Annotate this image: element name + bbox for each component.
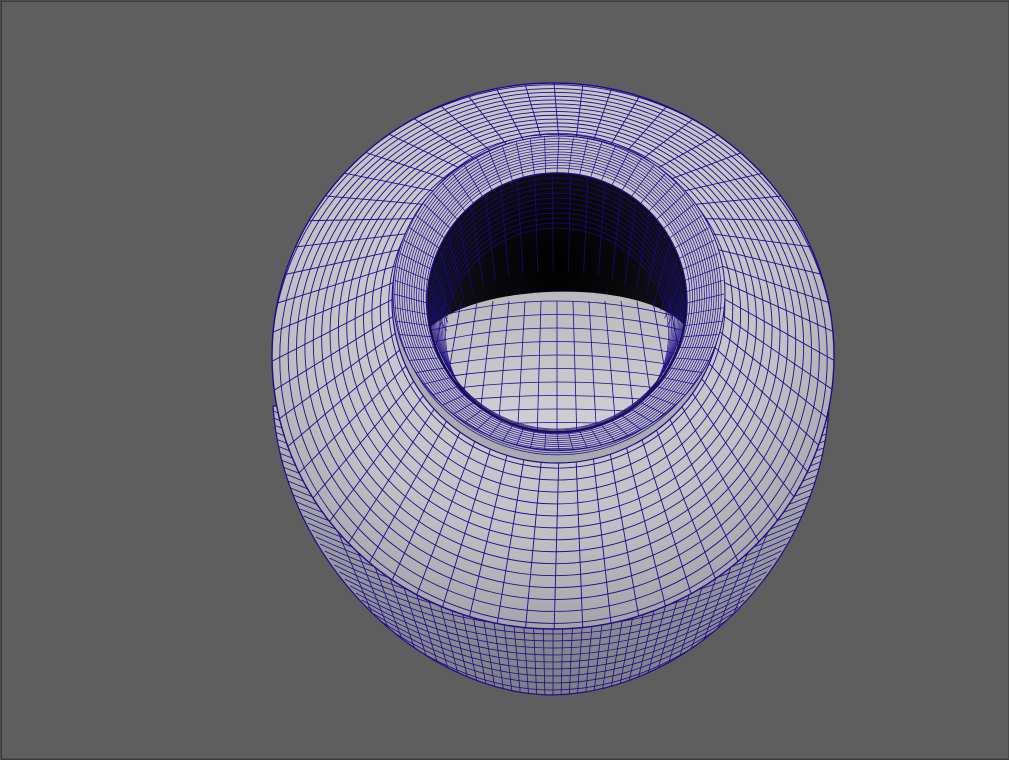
modeling-viewport[interactable] bbox=[0, 0, 1009, 759]
vase-model[interactable] bbox=[253, 71, 853, 739]
viewport-canvas[interactable] bbox=[1, 1, 1009, 760]
